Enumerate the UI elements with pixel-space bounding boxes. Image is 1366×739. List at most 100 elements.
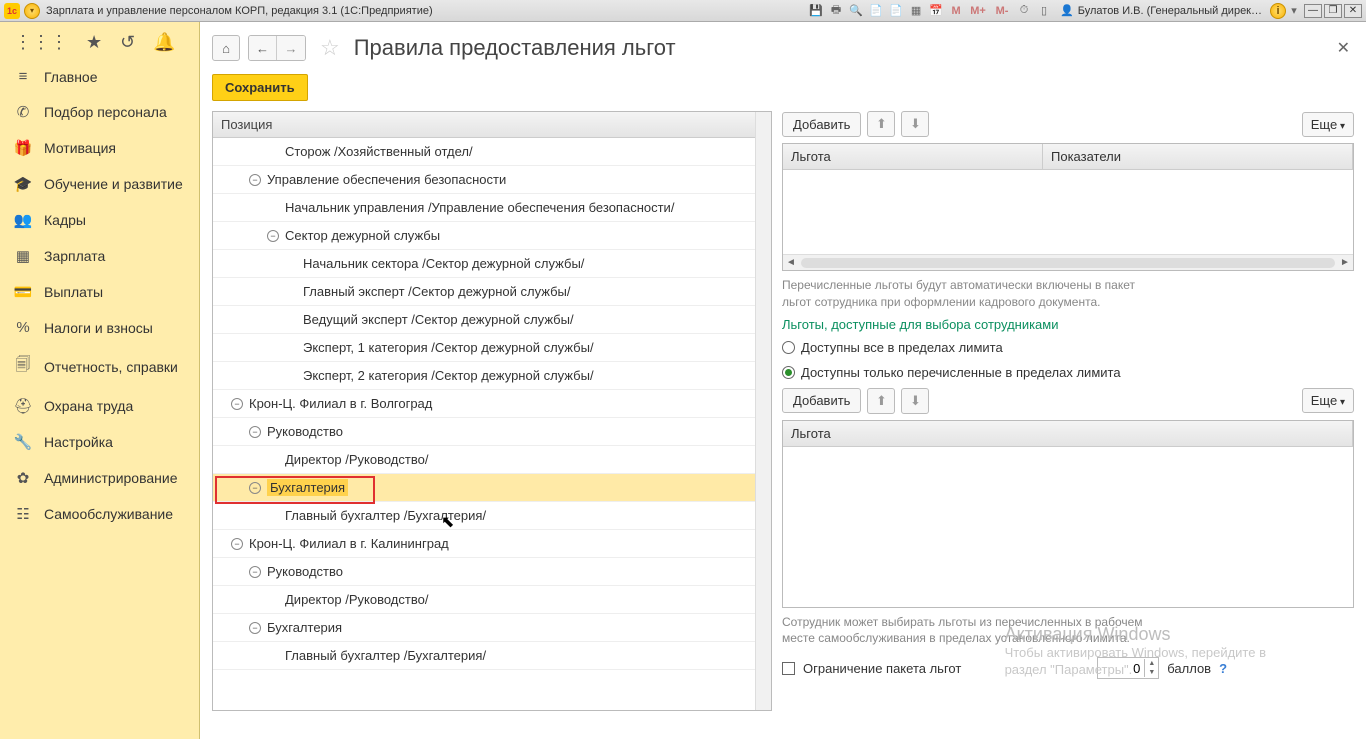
tree-row[interactable]: Ведущий эксперт /Сектор дежурной службы/: [213, 306, 755, 334]
more-button-2[interactable]: Еще: [1302, 388, 1354, 413]
minimize-button[interactable]: —: [1304, 4, 1322, 18]
bell-icon[interactable]: 🔔: [153, 32, 175, 53]
collapse-icon[interactable]: −: [231, 398, 243, 410]
print-icon[interactable]: 🖶: [828, 3, 844, 19]
tree-row[interactable]: −Руководство: [213, 558, 755, 586]
tree-row[interactable]: −Бухгалтерия: [213, 474, 755, 502]
benefits-grid: Льгота Показатели ◄►: [782, 143, 1354, 271]
sidebar-item[interactable]: ≡Главное: [0, 59, 199, 94]
grid-icon[interactable]: ▦: [908, 3, 924, 19]
tree-row[interactable]: −Сектор дежурной службы: [213, 222, 755, 250]
move-down-button-2[interactable]: ⬇: [901, 388, 929, 414]
tree-row[interactable]: −Бухгалтерия: [213, 614, 755, 642]
dropdown-icon[interactable]: ▾: [24, 3, 40, 19]
tree-row-label: Главный бухгалтер /Бухгалтерия/: [285, 508, 486, 523]
grid1-hscroll[interactable]: ◄►: [783, 254, 1353, 270]
tree-scrollbar[interactable]: [755, 112, 771, 138]
dropdown2-icon[interactable]: ▾: [1286, 3, 1302, 19]
sidebar-item[interactable]: 💳Выплаты: [0, 274, 199, 310]
sidebar-item[interactable]: ✿Администрирование: [0, 460, 199, 496]
titlebar-tools: 💾 🖶 🔍 📄 📄 ▦ 📅 M M+ M- ⏱ ▯: [808, 3, 1052, 19]
tree-row[interactable]: −Крон-Ц. Филиал в г. Волгоград: [213, 390, 755, 418]
forward-button[interactable]: →: [277, 36, 305, 60]
collapse-icon[interactable]: −: [249, 622, 261, 634]
sidebar-item[interactable]: 👥Кадры: [0, 202, 199, 238]
search-icon[interactable]: 🔍: [848, 3, 864, 19]
back-button[interactable]: ←: [249, 36, 277, 60]
collapse-icon[interactable]: −: [267, 230, 279, 242]
sidebar-item[interactable]: ☷Самообслуживание: [0, 496, 199, 532]
tree-row[interactable]: Эксперт, 2 категория /Сектор дежурной сл…: [213, 362, 755, 390]
collapse-icon[interactable]: −: [249, 566, 261, 578]
sidebar-item[interactable]: 🗐Отчетность, справки: [0, 345, 199, 388]
tree-row[interactable]: Начальник сектора /Сектор дежурной служб…: [213, 250, 755, 278]
grid1-col1: Льгота: [783, 144, 1043, 169]
add-button-1[interactable]: Добавить: [782, 112, 861, 137]
history-icon[interactable]: ↺: [120, 32, 135, 53]
sidebar-item[interactable]: 🎁Мотивация: [0, 130, 199, 166]
limit-spinner[interactable]: ▲▼: [1097, 657, 1159, 679]
limit-checkbox[interactable]: [782, 662, 795, 675]
tree-row[interactable]: Главный бухгалтер /Бухгалтерия/: [213, 502, 755, 530]
tree-row-label: Ведущий эксперт /Сектор дежурной службы/: [303, 312, 574, 327]
home-button[interactable]: ⌂: [212, 35, 240, 61]
tree-row[interactable]: Директор /Руководство/: [213, 446, 755, 474]
move-up-button[interactable]: ⬆: [867, 111, 895, 137]
sidebar-item[interactable]: 🎓Обучение и развитие: [0, 166, 199, 202]
positions-tree: Позиция Сторож /Хозяйственный отдел/−Упр…: [212, 111, 772, 711]
sidebar-item[interactable]: ⛑Охрана труда: [0, 388, 199, 424]
sidebar-item[interactable]: %Налоги и взносы: [0, 310, 199, 345]
m-plus-button[interactable]: M+: [968, 3, 988, 19]
clock-icon[interactable]: ⏱: [1016, 3, 1032, 19]
tree-row[interactable]: Директор /Руководство/: [213, 586, 755, 614]
tree-row[interactable]: Эксперт, 1 категория /Сектор дежурной сл…: [213, 334, 755, 362]
restore-button[interactable]: ❐: [1324, 4, 1342, 18]
doc2-icon[interactable]: 📄: [888, 3, 904, 19]
doc-icon[interactable]: 📄: [868, 3, 884, 19]
calendar-icon[interactable]: 📅: [928, 3, 944, 19]
save-button[interactable]: Сохранить: [212, 74, 308, 101]
m-minus-button[interactable]: M-: [992, 3, 1012, 19]
tree-row[interactable]: Сторож /Хозяйственный отдел/: [213, 138, 755, 166]
sidebar-item[interactable]: ▦Зарплата: [0, 238, 199, 274]
close-button[interactable]: ✕: [1344, 4, 1362, 18]
tree-row-label: Крон-Ц. Филиал в г. Калининград: [249, 536, 449, 551]
collapse-icon[interactable]: −: [249, 174, 261, 186]
favorite-star-icon[interactable]: ☆: [320, 35, 340, 61]
move-down-button[interactable]: ⬇: [901, 111, 929, 137]
help-icon[interactable]: ?: [1219, 661, 1227, 676]
spin-down[interactable]: ▼: [1145, 668, 1158, 677]
sidebar-item[interactable]: 🔧Настройка: [0, 424, 199, 460]
collapse-icon[interactable]: −: [249, 426, 261, 438]
sidebar-item[interactable]: ✆Подбор персонала: [0, 94, 199, 130]
favorite-icon[interactable]: ★: [86, 32, 102, 53]
tree-row[interactable]: −Руководство: [213, 418, 755, 446]
tree-row-label: Эксперт, 1 категория /Сектор дежурной сл…: [303, 340, 594, 355]
user-badge[interactable]: 👤 Булатов И.В. (Генеральный дирек…: [1060, 4, 1262, 17]
tree-row[interactable]: −Управление обеспечения безопасности: [213, 166, 755, 194]
add-button-2[interactable]: Добавить: [782, 388, 861, 413]
tree-row[interactable]: Главный эксперт /Сектор дежурной службы/: [213, 278, 755, 306]
spin-up[interactable]: ▲: [1145, 659, 1158, 668]
limit-input[interactable]: [1098, 658, 1144, 678]
tree-row[interactable]: Главный бухгалтер /Бухгалтерия/: [213, 642, 755, 670]
move-up-button-2[interactable]: ⬆: [867, 388, 895, 414]
tree-row-label: Руководство: [267, 564, 343, 579]
more-button-1[interactable]: Еще: [1302, 112, 1354, 137]
save-icon[interactable]: 💾: [808, 3, 824, 19]
m-button[interactable]: M: [948, 3, 964, 19]
radio-listed-only[interactable]: Доступны только перечисленные в пределах…: [782, 363, 1354, 382]
book-icon[interactable]: ▯: [1036, 3, 1052, 19]
window-title: Зарплата и управление персоналом КОРП, р…: [46, 5, 433, 17]
collapse-icon[interactable]: −: [231, 538, 243, 550]
apps-icon[interactable]: ⋮⋮⋮: [14, 32, 68, 53]
close-page-button[interactable]: ✕: [1337, 38, 1354, 58]
tree-scrollbar-body[interactable]: [755, 138, 771, 710]
sidebar-item-label: Выплаты: [44, 284, 103, 300]
radio-all-available[interactable]: Доступны все в пределах лимита: [782, 338, 1354, 357]
grid2-col1: Льгота: [783, 421, 1353, 446]
collapse-icon[interactable]: −: [249, 482, 261, 494]
tree-row[interactable]: −Крон-Ц. Филиал в г. Калининград: [213, 530, 755, 558]
tree-row[interactable]: Начальник управления /Управление обеспеч…: [213, 194, 755, 222]
info-icon[interactable]: i: [1270, 3, 1286, 19]
